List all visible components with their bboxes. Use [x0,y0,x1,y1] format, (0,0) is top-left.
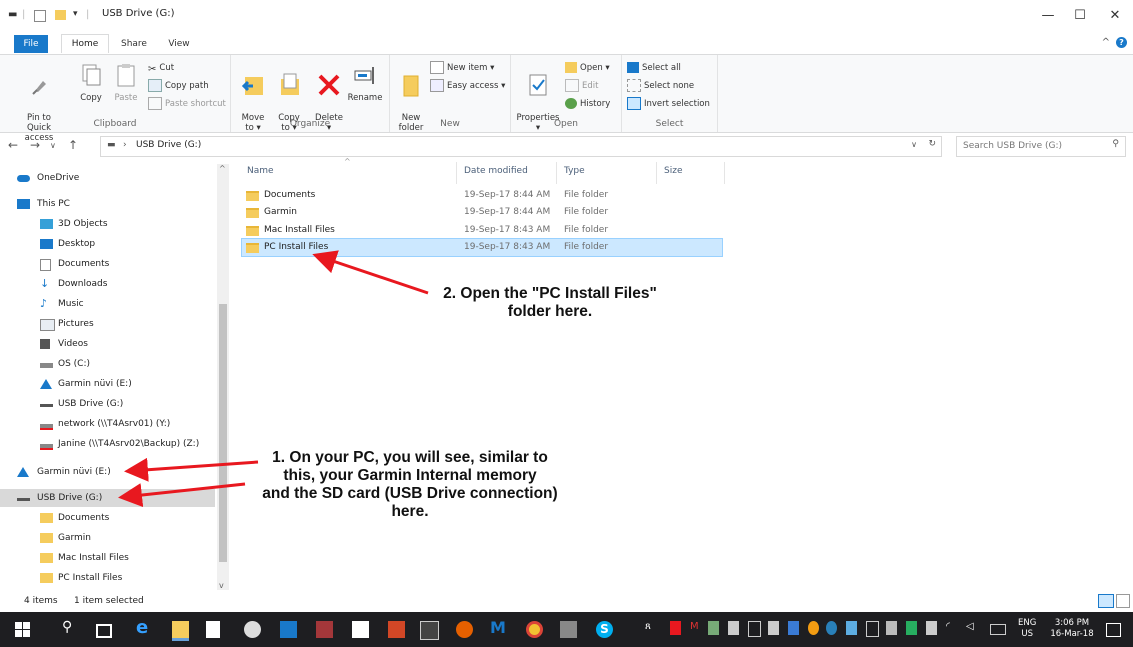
status-bar: 4 items 1 item selected [0,592,1133,610]
powerpoint-icon[interactable] [388,621,405,638]
gmail-icon[interactable]: M [690,621,701,635]
access-icon[interactable] [316,621,333,638]
details-view-icon[interactable] [1098,594,1114,608]
tray-app-icon[interactable] [728,621,739,635]
skype-icon[interactable]: S [596,621,613,638]
database-icon[interactable] [560,621,577,638]
large-icons-view-icon[interactable] [1116,594,1130,608]
tray-app-icon[interactable] [808,621,819,635]
file-explorer-icon[interactable] [172,621,189,641]
volume-icon[interactable]: ◁ [966,621,977,635]
chrome-icon[interactable] [526,621,543,638]
language-indicator[interactable]: ENG US [1018,618,1036,640]
app-icon[interactable] [244,621,261,638]
tray-app-icon[interactable] [748,621,761,637]
terminal-icon[interactable] [420,621,439,640]
tray-app-icon[interactable] [906,621,917,635]
tray-app-icon[interactable] [826,621,837,635]
annotation-step-2: 2. Open the "PC Install Files" folder he… [443,285,657,320]
malwarebytes-icon[interactable]: M [490,618,507,637]
tray-app-icon[interactable] [846,621,857,635]
battery-icon[interactable] [926,621,937,635]
item-count: 4 items [24,596,58,606]
start-windows-icon[interactable] [14,621,31,638]
search-icon[interactable]: ⚲ [62,619,79,636]
tray-app-icon[interactable] [788,621,799,635]
annotation-step-1: 1. On your PC, you will see, similar to … [262,449,558,520]
app-icon[interactable] [352,621,369,638]
action-center-icon[interactable] [1106,623,1121,637]
keyboard-icon[interactable] [990,624,1006,635]
task-view-icon[interactable] [96,624,112,638]
tray-app-icon[interactable] [886,621,897,635]
outlook-icon[interactable] [280,621,297,638]
tray-app-icon[interactable] [866,621,879,637]
store-icon[interactable] [206,621,220,638]
tray-app-icon[interactable] [768,621,779,635]
selection-count: 1 item selected [74,596,144,606]
taskbar: ⚲ e M S ጸ M ◜ ◁ ENG US 3:06 PM 16-Mar-18 [0,612,1133,647]
edge-browser-icon[interactable]: e [136,617,153,638]
people-icon[interactable]: ጸ [645,621,656,635]
tray-app-icon[interactable] [708,621,719,635]
wifi-icon[interactable]: ◜ [946,621,957,635]
tray-app-icon[interactable] [670,621,681,635]
clock[interactable]: 3:06 PM 16-Mar-18 [1050,618,1094,640]
firefox-icon[interactable] [456,621,473,638]
